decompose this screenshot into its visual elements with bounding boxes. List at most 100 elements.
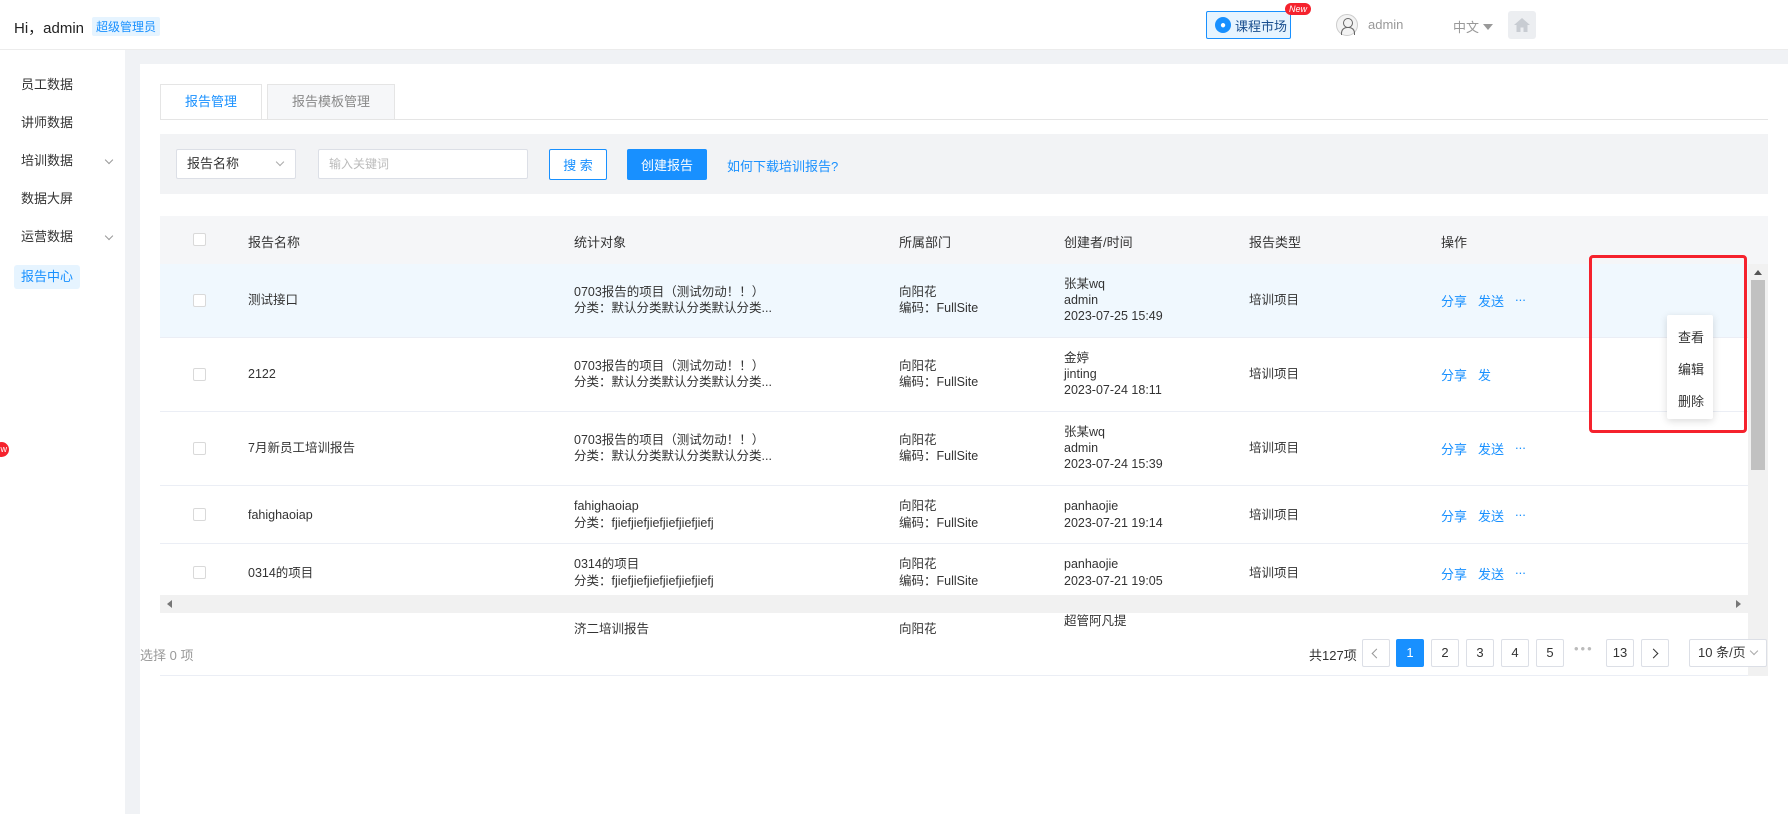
department-code: 编码：FullSite: [899, 449, 979, 463]
row-checkbox[interactable]: [193, 508, 206, 521]
sidebar-item-data-screen[interactable]: 数据大屏: [14, 187, 114, 211]
share-link[interactable]: 分享: [1441, 291, 1467, 310]
tab-report-template-management[interactable]: 报告模板管理: [267, 84, 396, 119]
page-button[interactable]: 2: [1431, 639, 1459, 667]
table-row[interactable]: 0314的项目 0314的项目 分类：fjiefjiefjiefjiefjief…: [160, 544, 1748, 602]
chevron-down-icon: [104, 155, 114, 165]
keyword-input[interactable]: [318, 149, 528, 179]
row-checkbox[interactable]: [193, 294, 206, 307]
page-button[interactable]: 3: [1466, 639, 1494, 667]
sidebar-item-report-center[interactable]: 报告中心: [14, 265, 81, 289]
search-field-select[interactable]: 报告名称: [176, 149, 296, 179]
department-name: 向阳花: [899, 622, 937, 636]
selected-count: 选择 0 项: [140, 648, 194, 663]
search-button[interactable]: 搜 索: [549, 149, 607, 180]
sidebar-item-employee-data[interactable]: 员工数据: [14, 73, 114, 97]
tab-report-management[interactable]: 报告管理: [160, 84, 263, 120]
highlight-frame: [1589, 255, 1747, 433]
chevron-down-icon: [104, 231, 114, 241]
download-help-link[interactable]: 如何下载培训报告?: [727, 156, 838, 175]
share-link[interactable]: 分享: [1441, 439, 1467, 458]
send-link[interactable]: 发送: [1478, 291, 1504, 310]
created-time: 2023-07-25 15:49: [1064, 309, 1163, 323]
report-type: 培训项目: [1249, 566, 1300, 580]
share-link[interactable]: 分享: [1441, 564, 1467, 583]
row-checkbox[interactable]: [193, 368, 206, 381]
column-header: 报告名称: [248, 235, 301, 250]
column-header: 创建者/时间: [1064, 235, 1133, 250]
total-count: 共127项: [1309, 648, 1357, 663]
created-time: 2023-07-21 19:05: [1064, 574, 1163, 588]
shopping-bag-icon: ●: [1215, 17, 1231, 33]
column-header: 报告类型: [1249, 235, 1302, 250]
report-name: 2122: [248, 367, 276, 381]
prev-page-button[interactable]: [1362, 639, 1390, 667]
course-market-button[interactable]: ● 课程市场: [1206, 11, 1291, 39]
horizontal-scrollbar[interactable]: [160, 595, 1748, 613]
send-link[interactable]: 发送: [1478, 506, 1504, 525]
home-button[interactable]: [1508, 11, 1536, 39]
target-category: 分类：fjiefjiefjiefjiefjiefjiefj: [574, 516, 714, 530]
row-checkbox[interactable]: [193, 566, 206, 579]
department-code: 编码：FullSite: [899, 574, 979, 588]
page-button[interactable]: 1: [1396, 639, 1424, 667]
greeting-text: Hi，admin: [14, 20, 85, 37]
report-type: 培训项目: [1249, 293, 1300, 307]
more-link[interactable]: ...: [1515, 504, 1526, 519]
target-category: 分类：fjiefjiefjiefjiefjiefjiefj: [574, 574, 714, 588]
report-type: 培训项目: [1249, 508, 1300, 522]
new-tag: New: [1285, 3, 1312, 15]
target-project: 济二培训报告: [574, 622, 650, 636]
department-code: 编码：FullSite: [899, 301, 979, 315]
share-link[interactable]: 分享: [1441, 365, 1467, 384]
created-time: 2023-07-24 18:11: [1064, 383, 1162, 397]
sidebar-item-label: 数据大屏: [21, 191, 74, 206]
sidebar-item-training-data[interactable]: 培训数据: [14, 149, 114, 173]
report-type: 培训项目: [1249, 441, 1300, 455]
page-button-last[interactable]: 13: [1606, 639, 1634, 667]
sidebar-item-lecturer-data[interactable]: 讲师数据: [14, 111, 114, 135]
chevron-down-icon: [275, 157, 285, 167]
scroll-right-icon[interactable]: [1736, 600, 1741, 608]
tab-divider: [160, 119, 1768, 120]
row-checkbox[interactable]: [193, 442, 206, 455]
scrollbar-thumb[interactable]: [1751, 280, 1765, 470]
user-name[interactable]: admin: [1368, 17, 1403, 32]
language-select[interactable]: 中文: [1453, 17, 1494, 36]
page-size-label: 10 条/页: [1698, 645, 1746, 660]
role-badge: 超级管理员: [92, 17, 161, 36]
page-button[interactable]: 5: [1536, 639, 1564, 667]
create-report-button[interactable]: 创建报告: [627, 149, 707, 180]
scroll-left-icon[interactable]: [167, 600, 172, 608]
page-ellipsis[interactable]: •••: [1574, 641, 1594, 656]
sidebar-item-label: 员工数据: [21, 77, 74, 92]
next-page-button[interactable]: [1641, 639, 1669, 667]
department-code: 编码：FullSite: [899, 375, 979, 389]
target-category: 分类：默认分类默认分类默认分类...: [574, 449, 772, 463]
table-row[interactable]: fahighaoiap fahighaoiap 分类：fjiefjiefjief…: [160, 486, 1748, 544]
sidebar-item-label: 报告中心: [21, 269, 74, 284]
table-row[interactable]: 2122 0703报告的项目（测试勿动！！） 分类：默认分类默认分类默认分类..…: [160, 338, 1748, 412]
more-link[interactable]: ...: [1515, 289, 1526, 304]
scroll-up-icon[interactable]: [1754, 270, 1762, 275]
more-link[interactable]: ...: [1515, 437, 1526, 452]
send-link[interactable]: 发: [1478, 365, 1491, 384]
more-link[interactable]: ...: [1515, 562, 1526, 577]
vertical-scrollbar[interactable]: [1748, 264, 1768, 676]
table-row[interactable]: 7月新员工培训报告 0703报告的项目（测试勿动！！） 分类：默认分类默认分类默…: [160, 412, 1748, 486]
send-link[interactable]: 发送: [1478, 439, 1504, 458]
table-header: 报告名称 统计对象 所属部门 创建者/时间 报告类型 操作: [160, 216, 1768, 264]
language-label: 中文: [1453, 20, 1480, 35]
sidebar-item-operations-data[interactable]: 运营数据: [14, 225, 114, 249]
send-link[interactable]: 发送: [1478, 564, 1504, 583]
page-button[interactable]: 4: [1501, 639, 1529, 667]
caret-down-icon: [1483, 24, 1494, 30]
avatar[interactable]: [1336, 14, 1358, 36]
select-all-checkbox[interactable]: [193, 233, 206, 246]
table-row[interactable]: 测试接口 0703报告的项目（测试勿动！！） 分类：默认分类默认分类默认分类..…: [160, 264, 1748, 338]
report-name: 7月新员工培训报告: [248, 441, 355, 455]
share-link[interactable]: 分享: [1441, 506, 1467, 525]
course-market-label: 课程市场: [1235, 18, 1288, 34]
report-name: 测试接口: [248, 293, 299, 307]
page-size-select[interactable]: 10 条/页: [1689, 639, 1767, 667]
